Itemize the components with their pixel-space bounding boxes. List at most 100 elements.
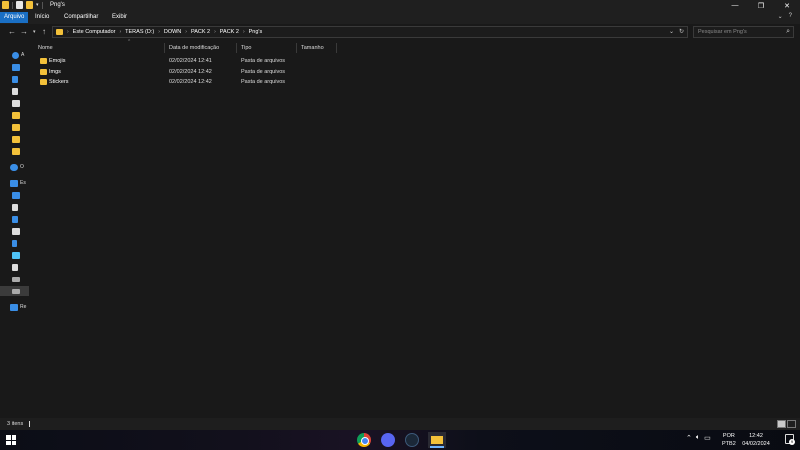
nav-item-folder[interactable] xyxy=(12,122,20,132)
column-header-date[interactable]: Data de modificação xyxy=(169,42,219,54)
nav-item-desktop[interactable] xyxy=(12,62,20,72)
nav-item-label: A xyxy=(21,52,25,58)
minimize-icon: — xyxy=(731,2,739,9)
file-type: Pasta de arquivos xyxy=(241,58,286,64)
volume-icon[interactable]: 🔈︎ xyxy=(696,434,700,442)
breadcrumb-este-computador[interactable]: Este Computador xyxy=(73,29,116,35)
table-row[interactable]: Imgs 02/02/2024 12:42 Pasta de arquivos xyxy=(39,68,339,78)
chevron-right-icon[interactable]: › xyxy=(67,29,69,35)
tab-exibir[interactable]: Exibir xyxy=(108,12,131,23)
search-input[interactable] xyxy=(698,29,778,35)
help-icon[interactable]: ? xyxy=(789,13,792,20)
nav-item-documents[interactable] xyxy=(12,86,18,96)
forward-arrow-icon[interactable]: → xyxy=(20,27,28,36)
maximize-icon: ❐ xyxy=(757,2,765,10)
back-arrow-icon[interactable]: ← xyxy=(8,27,16,36)
chevron-right-icon[interactable]: › xyxy=(119,29,121,35)
maximize-button[interactable]: ❐ xyxy=(748,0,774,11)
chevron-down-icon[interactable]: ▾ xyxy=(36,2,39,8)
recent-locations-icon[interactable]: ▾ xyxy=(33,29,36,35)
discord-icon[interactable] xyxy=(381,433,395,447)
nav-item-folder[interactable] xyxy=(12,134,20,144)
onedrive-icon xyxy=(10,163,18,171)
nav-item-pictures[interactable] xyxy=(12,98,20,108)
taskbar: ⌃ 🔈︎ ▭ POR PTB2 12:42 04/02/2024 9 xyxy=(0,430,800,450)
column-header-size[interactable]: Tamanho xyxy=(301,42,324,54)
properties-icon[interactable] xyxy=(16,1,23,9)
large-icons-view-icon[interactable] xyxy=(787,420,796,428)
nav-item-music[interactable] xyxy=(12,238,17,248)
nav-item-quick-access[interactable]: A xyxy=(12,50,24,60)
up-arrow-icon[interactable]: ↑ xyxy=(42,27,46,36)
divider xyxy=(41,1,43,9)
notification-center-icon[interactable]: 9 xyxy=(785,434,795,445)
tab-inicio[interactable]: Início xyxy=(31,12,53,23)
table-row[interactable]: Emojis 02/02/2024 12:41 Pasta de arquivo… xyxy=(39,57,339,67)
chrome-icon[interactable] xyxy=(357,433,371,447)
details-view-icon[interactable] xyxy=(777,420,786,428)
chevron-right-icon[interactable]: › xyxy=(243,29,245,35)
nav-item-onedrive[interactable]: O xyxy=(10,162,24,172)
language-indicator[interactable]: POR PTB2 xyxy=(722,432,736,448)
nav-item-documents[interactable] xyxy=(12,202,18,212)
search-box[interactable]: ⌕ xyxy=(693,26,794,38)
close-button[interactable]: ✕ xyxy=(774,0,800,11)
table-row[interactable]: Stickers 02/02/2024 12:42 Pasta de arqui… xyxy=(39,78,339,88)
file-name[interactable]: Imgs xyxy=(49,69,61,75)
title-bar: ▾ Png's — ❐ ✕ xyxy=(0,0,800,11)
folder-icon xyxy=(40,79,47,85)
nav-item-3d-objects[interactable] xyxy=(12,250,20,260)
nav-item-downloads[interactable] xyxy=(12,214,18,224)
breadcrumb-pack2[interactable]: PACK 2 xyxy=(191,29,210,35)
nav-item-videos[interactable] xyxy=(12,262,18,272)
file-date: 02/02/2024 12:41 xyxy=(169,58,212,64)
star-icon xyxy=(12,51,19,59)
file-name[interactable]: Stickers xyxy=(49,79,69,85)
clock[interactable]: 12:42 04/02/2024 xyxy=(741,432,771,448)
nav-item-desktop[interactable] xyxy=(12,190,20,200)
refresh-icon[interactable]: ↻ xyxy=(679,28,684,35)
nav-item-this-pc[interactable]: Es xyxy=(10,178,26,188)
download-icon xyxy=(12,215,18,223)
search-icon[interactable]: ⌕ xyxy=(786,28,790,36)
tab-arquivo[interactable]: Arquivo xyxy=(0,12,29,23)
nav-item-network[interactable]: Re xyxy=(10,302,26,312)
system-tray: ⌃ 🔈︎ ▭ xyxy=(686,434,711,442)
expand-ribbon-icon[interactable]: ⌄ xyxy=(778,13,783,20)
column-divider[interactable] xyxy=(296,43,297,53)
navigation-pane[interactable]: A O Es Re xyxy=(0,40,29,418)
breadcrumb-teras[interactable]: TERAS (D:) xyxy=(125,29,154,35)
column-header-name[interactable]: Nome xyxy=(38,42,53,54)
clock-time: 12:42 xyxy=(749,433,763,439)
chevron-right-icon[interactable]: › xyxy=(185,29,187,35)
nav-item-teras-drive[interactable] xyxy=(0,286,29,296)
breadcrumb-down[interactable]: DOWN xyxy=(164,29,181,35)
breadcrumb-pack2-sub[interactable]: PACK 2 xyxy=(220,29,239,35)
chevron-up-icon[interactable]: ⌃ xyxy=(686,434,692,442)
nav-item-folder[interactable] xyxy=(12,146,20,156)
address-bar[interactable]: › Este Computador › TERAS (D:) › DOWN › … xyxy=(52,26,688,38)
file-list[interactable]: ⌃ Nome Data de modificação Tipo Tamanho … xyxy=(29,39,800,418)
steam-icon[interactable] xyxy=(405,433,419,447)
column-divider[interactable] xyxy=(336,43,337,53)
windows-start-icon[interactable] xyxy=(6,435,16,445)
notification-badge: 9 xyxy=(789,439,795,445)
chevron-right-icon[interactable]: › xyxy=(158,29,160,35)
nav-item-folder[interactable] xyxy=(12,110,20,120)
breadcrumb-pngs[interactable]: Png's xyxy=(249,29,263,35)
new-folder-icon[interactable] xyxy=(26,1,33,9)
column-header-type[interactable]: Tipo xyxy=(241,42,252,54)
nav-item-downloads[interactable] xyxy=(12,74,18,84)
chevron-down-icon[interactable]: ⌄ xyxy=(669,28,674,35)
file-name[interactable]: Emojis xyxy=(49,58,66,64)
chevron-right-icon[interactable]: › xyxy=(214,29,216,35)
nav-item-local-disk[interactable] xyxy=(12,274,20,284)
minimize-button[interactable]: — xyxy=(722,0,748,11)
nav-item-pictures[interactable] xyxy=(12,226,20,236)
file-explorer-icon[interactable] xyxy=(428,432,446,448)
column-divider[interactable] xyxy=(236,43,237,53)
folder-icon xyxy=(12,123,20,131)
network-icon[interactable]: ▭ xyxy=(704,434,711,442)
tab-compartilhar[interactable]: Compartilhar xyxy=(60,12,102,23)
column-divider[interactable] xyxy=(164,43,165,53)
